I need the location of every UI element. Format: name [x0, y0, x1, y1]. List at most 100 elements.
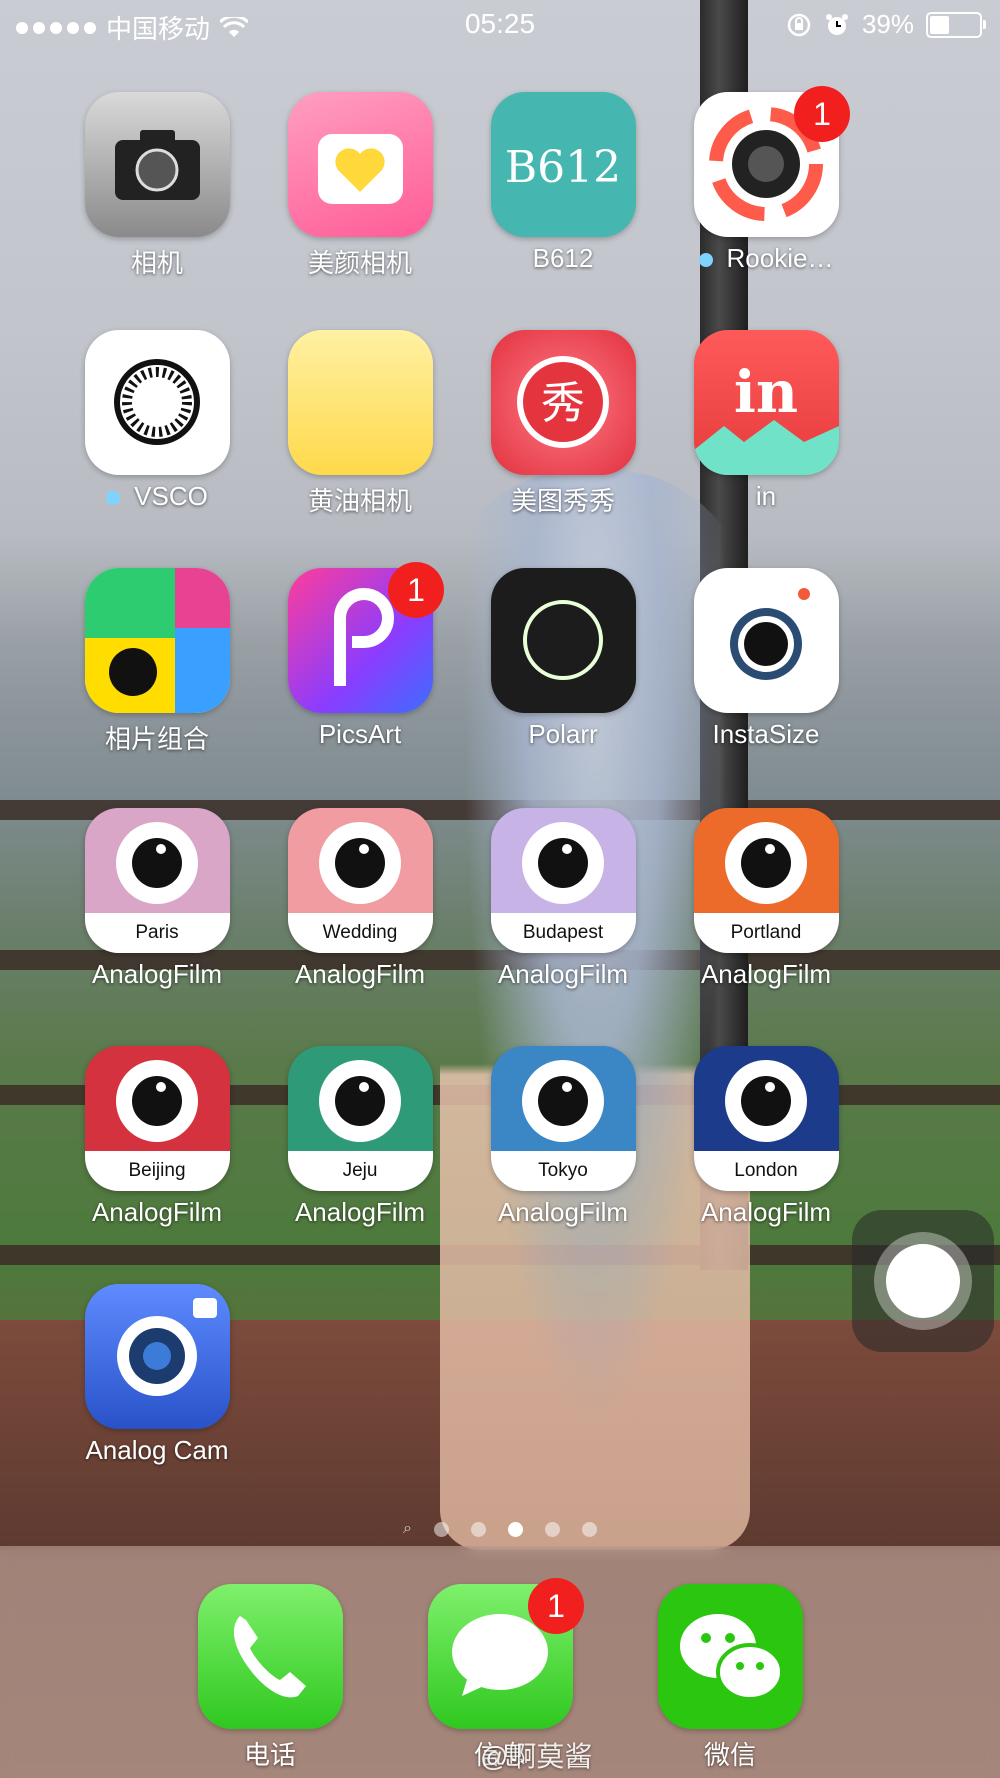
icon-glyph-text: B612: [504, 142, 620, 193]
app-label: AnalogFilm: [700, 1197, 832, 1227]
analogfilm-eye-icon[interactable]: London: [693, 1046, 839, 1191]
analogfilm-eye-icon[interactable]: Budapest: [490, 808, 636, 953]
app-20[interactable]: London AnalogFilm: [666, 1046, 866, 1228]
app-label: AnalogFilm: [294, 959, 426, 989]
app-label: AnalogFilm: [294, 1197, 426, 1227]
phone-icon[interactable]: [197, 1584, 343, 1729]
page-dot: [433, 1521, 449, 1537]
app-label: AnalogFilm: [497, 959, 629, 989]
beauty-camera-icon[interactable]: [287, 92, 433, 237]
app-16[interactable]: Portland AnalogFilm: [666, 808, 866, 990]
page-dot: [470, 1521, 486, 1537]
app-label: Analog Cam: [85, 1435, 229, 1465]
icon-subtitle: Portland: [693, 913, 839, 953]
dock-app-phone[interactable]: 电话: [170, 1584, 370, 1772]
analogfilm-eye-icon[interactable]: Tokyo: [490, 1046, 636, 1191]
app-label-row: AnalogFilm: [666, 959, 866, 990]
lens-icon: [319, 822, 401, 904]
notification-badge: 1: [794, 86, 850, 142]
analogfilm-eye-icon[interactable]: Jeju: [287, 1046, 433, 1191]
app-label-row: AnalogFilm: [463, 959, 663, 990]
analogfilm-eye-icon[interactable]: Paris: [84, 808, 230, 953]
app-label: 美图秀秀: [510, 486, 615, 516]
app-label-row: Rookie…: [666, 243, 866, 274]
app-18[interactable]: Jeju AnalogFilm: [260, 1046, 460, 1228]
app-label-row: Analog Cam: [57, 1435, 257, 1466]
new-app-dot: [106, 491, 121, 506]
assistive-touch-ring: [874, 1232, 972, 1330]
app-label-row: Polarr: [463, 719, 663, 750]
app-9[interactable]: 相片组合: [57, 568, 257, 756]
icon-subtitle: Budapest: [490, 913, 636, 953]
lens-icon: [725, 822, 807, 904]
lens-icon: [522, 1060, 604, 1142]
app-3[interactable]: B612 B612: [463, 92, 663, 274]
icon-subtitle: Beijing: [84, 1151, 230, 1191]
app-label-row: AnalogFilm: [57, 1197, 257, 1228]
app-12[interactable]: InstaSize: [666, 568, 866, 750]
app-label-row: 美图秀秀: [463, 481, 663, 518]
app-15[interactable]: Budapest AnalogFilm: [463, 808, 663, 990]
app-label: 黄油相机: [307, 486, 412, 516]
in-icon[interactable]: in: [693, 330, 839, 475]
app-label-row: AnalogFilm: [463, 1197, 663, 1228]
app-1[interactable]: 相机: [57, 92, 257, 280]
polarr-icon[interactable]: [490, 568, 636, 713]
app-label-row: AnalogFilm: [666, 1197, 866, 1228]
lens-icon: [116, 822, 198, 904]
instasize-icon[interactable]: [693, 568, 839, 713]
app-label: 相片组合: [104, 724, 209, 754]
dock-app-wechat[interactable]: 微信: [630, 1584, 830, 1772]
app-2[interactable]: 美颜相机: [260, 92, 460, 280]
b612-icon[interactable]: B612: [490, 92, 636, 237]
app-label-row: 相机: [57, 243, 257, 280]
app-21[interactable]: Analog Cam: [57, 1284, 257, 1466]
assistive-touch-button[interactable]: [852, 1210, 994, 1352]
page-dot: [581, 1521, 597, 1537]
wechat-icon[interactable]: [657, 1584, 803, 1729]
app-17[interactable]: Beijing AnalogFilm: [57, 1046, 257, 1228]
camera-icon[interactable]: [84, 92, 230, 237]
app-label-row: VSCO: [57, 481, 257, 512]
app-4[interactable]: 1 Rookie…: [666, 86, 866, 274]
vsco-icon[interactable]: [84, 330, 230, 475]
app-10[interactable]: 1 PicsArt: [260, 562, 460, 750]
app-7[interactable]: 秀美图秀秀: [463, 330, 663, 518]
app-8[interactable]: in in: [666, 330, 866, 512]
icon-subtitle: Paris: [84, 913, 230, 953]
app-5[interactable]: VSCO: [57, 330, 257, 512]
app-14[interactable]: Wedding AnalogFilm: [260, 808, 460, 990]
spotlight-search-icon: ⌕: [403, 1520, 412, 1537]
app-label: AnalogFilm: [91, 959, 223, 989]
app-label-row: AnalogFilm: [260, 959, 460, 990]
butter-camera-icon[interactable]: [287, 330, 433, 475]
app-label-row: B612: [463, 243, 663, 274]
page-indicator[interactable]: ⌕: [0, 1520, 1000, 1538]
icon-subtitle: London: [693, 1151, 839, 1191]
meitu-icon[interactable]: 秀: [490, 330, 636, 475]
icon-subtitle: Jeju: [287, 1151, 433, 1191]
app-label-row: in: [666, 481, 866, 512]
analogfilm-eye-icon[interactable]: Portland: [693, 808, 839, 953]
status-bar: 中国移动 05:25 39%: [0, 0, 1000, 52]
app-19[interactable]: Tokyo AnalogFilm: [463, 1046, 663, 1228]
app-label: in: [755, 481, 777, 511]
app-11[interactable]: Polarr: [463, 568, 663, 750]
app-label-row: AnalogFilm: [57, 959, 257, 990]
analog-cam-icon[interactable]: [84, 1284, 230, 1429]
app-label-row: 黄油相机: [260, 481, 460, 518]
analogfilm-eye-icon[interactable]: Wedding: [287, 808, 433, 953]
assistive-touch-core: [886, 1244, 960, 1318]
app-6[interactable]: 黄油相机: [260, 330, 460, 518]
lens-icon: [319, 1060, 401, 1142]
lens-icon: [522, 822, 604, 904]
pic-collage-icon[interactable]: [84, 568, 230, 713]
app-label-row: InstaSize: [666, 719, 866, 750]
app-label: AnalogFilm: [700, 959, 832, 989]
app-13[interactable]: Paris AnalogFilm: [57, 808, 257, 990]
analogfilm-eye-icon[interactable]: Beijing: [84, 1046, 230, 1191]
app-label-row: PicsArt: [260, 719, 460, 750]
lens-icon: [725, 1060, 807, 1142]
app-label: 微信: [703, 1740, 756, 1770]
notification-badge: 1: [388, 562, 444, 618]
